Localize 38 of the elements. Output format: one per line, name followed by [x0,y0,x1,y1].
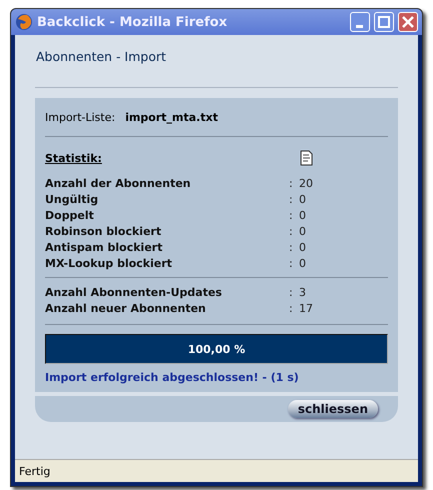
stat-value: 0 [299,192,307,206]
separator-text: : [289,240,294,254]
separator-text: : [289,192,294,206]
stat-value: 0 [299,208,307,222]
stat-label: Anzahl der Abonnenten [45,176,192,190]
stat-label: Robinson blockiert [45,224,162,238]
progress-reading: 100,00 % [186,342,246,358]
stat-label: Ungültig [45,192,100,206]
statistics-title: Statistik: [45,152,103,164]
stat-value: 0 [299,224,307,238]
import-list-value: import_mta.txt [125,110,218,124]
close-button[interactable] [398,12,418,32]
stat-value: 0 [299,256,307,270]
stat-label: Antispam blockiert [45,240,164,254]
separator-text: : [289,224,294,238]
page-heading: Abonnenten - Import [36,49,168,64]
stat-value: 17 [299,302,314,314]
minimize-button[interactable] [350,12,370,32]
import-list-label: Import-Liste: [45,110,116,124]
separator-text: : [289,286,294,298]
browser-logo-icon [15,13,33,31]
separator-text: : [289,176,294,190]
stat-value: 0 [299,240,307,254]
stat-label: Anzahl neuer Abonnenten [45,302,207,314]
close-dialog-button[interactable]: schliessen [288,400,378,418]
stat-label: Anzahl Abonnenten-Updates [45,286,223,298]
separator-text: : [289,302,294,314]
stat-value: 20 [299,176,314,190]
status-bar: Fertig [15,459,418,482]
stat-value: 3 [299,286,307,298]
stat-label: MX-Lookup blockiert [45,256,174,270]
separator-text: : [289,208,294,222]
separator-text: : [289,256,294,270]
status-message: Import erfolgreich abgeschlossen! - (1 s) [45,371,300,384]
maximize-button[interactable] [374,12,394,32]
window-title: Backclick - Mozilla Firefox [37,14,228,30]
document-icon[interactable] [299,150,315,166]
stat-label: Doppelt [45,208,95,222]
